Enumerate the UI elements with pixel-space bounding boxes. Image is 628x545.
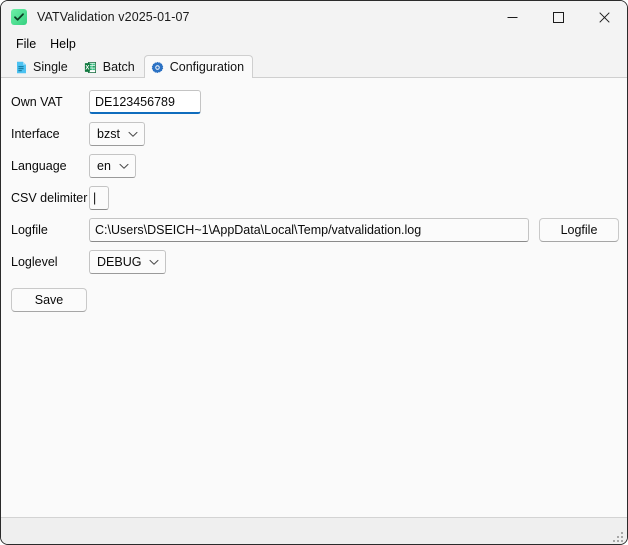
chevron-down-icon [119, 163, 129, 170]
logfile-browse-button[interactable]: Logfile [539, 218, 619, 242]
interface-select[interactable]: bzst [89, 122, 145, 146]
check-badge-icon [11, 9, 27, 25]
own-vat-label: Own VAT [11, 95, 63, 109]
resize-grip-icon[interactable] [613, 530, 624, 542]
form-row-language: Language en [1, 154, 627, 178]
spreadsheet-icon: X [84, 60, 98, 74]
chevron-down-icon [128, 131, 138, 138]
svg-text:X: X [86, 65, 90, 71]
logfile-path-input[interactable] [89, 218, 529, 242]
menu-item-help[interactable]: Help [43, 36, 83, 52]
form-row-loglevel: Loglevel DEBUG [1, 250, 627, 274]
language-label: Language [11, 159, 67, 173]
logfile-label: Logfile [11, 223, 48, 237]
configuration-panel: Own VAT Interface bzst Language [1, 78, 627, 517]
form-row-csv-delimiter: CSV delimiter [1, 186, 627, 210]
document-icon [14, 60, 28, 74]
tab-single[interactable]: Single [7, 55, 77, 78]
tab-batch[interactable]: X Batch [77, 55, 144, 78]
menu-item-file[interactable]: File [9, 36, 43, 52]
loglevel-label: Loglevel [11, 255, 58, 269]
close-icon[interactable] [581, 1, 627, 33]
gear-icon [151, 60, 165, 74]
language-select[interactable]: en [89, 154, 136, 178]
chevron-down-icon [149, 259, 159, 266]
configuration-form: Own VAT Interface bzst Language [1, 78, 627, 312]
tab-batch-label: Batch [102, 60, 135, 74]
interface-select-value: bzst [97, 127, 120, 141]
csv-delimiter-input[interactable] [89, 186, 109, 210]
form-row-interface: Interface bzst [1, 122, 627, 146]
csv-delimiter-label: CSV delimiter [11, 191, 88, 205]
save-button[interactable]: Save [11, 288, 87, 312]
minimize-icon[interactable] [489, 1, 535, 33]
maximize-icon[interactable] [535, 1, 581, 33]
status-bar [1, 517, 627, 544]
menu-bar: File Help [1, 33, 627, 54]
window-title: VATValidation v2025-01-07 [37, 10, 190, 24]
tab-strip: Single X Batch Configuration [1, 54, 627, 78]
loglevel-select[interactable]: DEBUG [89, 250, 167, 274]
tab-configuration[interactable]: Configuration [143, 55, 254, 78]
language-select-value: en [97, 159, 111, 173]
interface-label: Interface [11, 127, 60, 141]
window-controls [489, 1, 627, 33]
form-row-own-vat: Own VAT [1, 90, 627, 114]
form-row-save: Save [1, 282, 627, 312]
application-window: VATValidation v2025-01-07 File Help Sing… [0, 0, 628, 545]
form-row-logfile: Logfile Logfile [1, 218, 627, 242]
loglevel-select-value: DEBUG [97, 255, 142, 269]
tab-configuration-label: Configuration [169, 60, 245, 74]
tab-single-label: Single [33, 60, 68, 74]
title-bar: VATValidation v2025-01-07 [1, 1, 627, 33]
own-vat-input[interactable] [89, 90, 201, 114]
